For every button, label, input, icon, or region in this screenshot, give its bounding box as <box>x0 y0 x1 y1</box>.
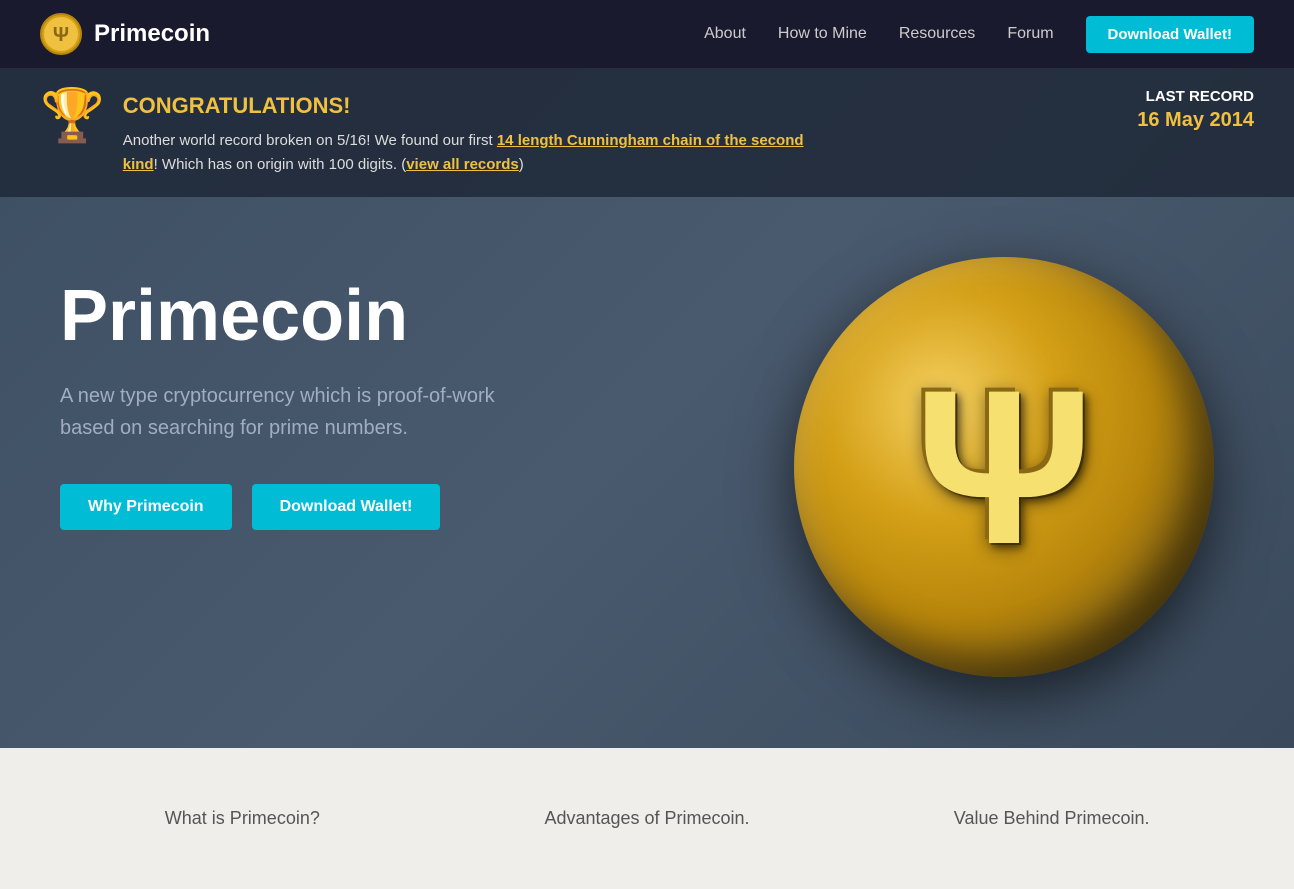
hero-download-button[interactable]: Download Wallet! <box>252 484 441 530</box>
coin-symbol-icon: Ψ <box>915 357 1093 577</box>
congrats-banner: 🏆 CONGRATULATIONS! Another world record … <box>0 68 1294 197</box>
last-record-date: 16 May 2014 <box>1094 109 1254 132</box>
congrats-text: CONGRATULATIONS! Another world record br… <box>123 88 823 177</box>
congrats-body: Another world record broken on 5/16! We … <box>123 129 823 177</box>
hero-content: Primecoin A new type cryptocurrency whic… <box>0 197 1294 737</box>
congrats-title: CONGRATULATIONS! <box>123 88 823 123</box>
footer-col-1-title: What is Primecoin? <box>165 808 320 828</box>
nav-download-button[interactable]: Download Wallet! <box>1086 16 1254 53</box>
primecoin-coin: Ψ <box>794 257 1214 677</box>
why-primecoin-button[interactable]: Why Primecoin <box>60 484 232 530</box>
nav-link-resources[interactable]: Resources <box>899 25 975 43</box>
brand: Ψ Primecoin <box>40 13 210 55</box>
nav-link-forum[interactable]: Forum <box>1007 25 1053 43</box>
hero-section: 🏆 CONGRATULATIONS! Another world record … <box>0 68 1294 748</box>
footer-col-3: Value Behind Primecoin. <box>849 808 1254 829</box>
hero-buttons: Why Primecoin Download Wallet! <box>60 484 640 530</box>
navbar: Ψ Primecoin About How to Mine Resources … <box>0 0 1294 68</box>
nav-links: About How to Mine Resources Forum Downlo… <box>704 16 1254 53</box>
coin-container: Ψ <box>774 217 1234 717</box>
congrats-prefix: Another world record broken on 5/16! We … <box>123 132 497 149</box>
footer-col-1: What is Primecoin? <box>40 808 445 829</box>
footer-col-2: Advantages of Primecoin. <box>445 808 850 829</box>
trophy-icon: 🏆 <box>40 90 105 142</box>
footer-col-2-title: Advantages of Primecoin. <box>544 808 749 828</box>
nav-link-about[interactable]: About <box>704 25 746 43</box>
hero-text: Primecoin A new type cryptocurrency whic… <box>60 277 640 530</box>
view-records-link[interactable]: view all records <box>406 156 519 173</box>
hero-title: Primecoin <box>60 277 640 356</box>
nav-link-how-to-mine[interactable]: How to Mine <box>778 25 867 43</box>
svg-text:Ψ: Ψ <box>53 24 69 46</box>
congrats-right: LAST RECORD 16 May 2014 <box>1094 88 1254 132</box>
brand-name: Primecoin <box>94 20 210 48</box>
congrats-close: ) <box>519 156 524 173</box>
congrats-left: 🏆 CONGRATULATIONS! Another world record … <box>40 88 823 177</box>
hero-subtitle: A new type cryptocurrency which is proof… <box>60 380 540 444</box>
footer-section: What is Primecoin? Advantages of Primeco… <box>0 748 1294 889</box>
last-record-label: LAST RECORD <box>1094 88 1254 105</box>
congrats-suffix: ! Which has on origin with 100 digits. ( <box>154 156 407 173</box>
brand-logo-icon: Ψ <box>40 13 82 55</box>
footer-col-3-title: Value Behind Primecoin. <box>954 808 1150 828</box>
